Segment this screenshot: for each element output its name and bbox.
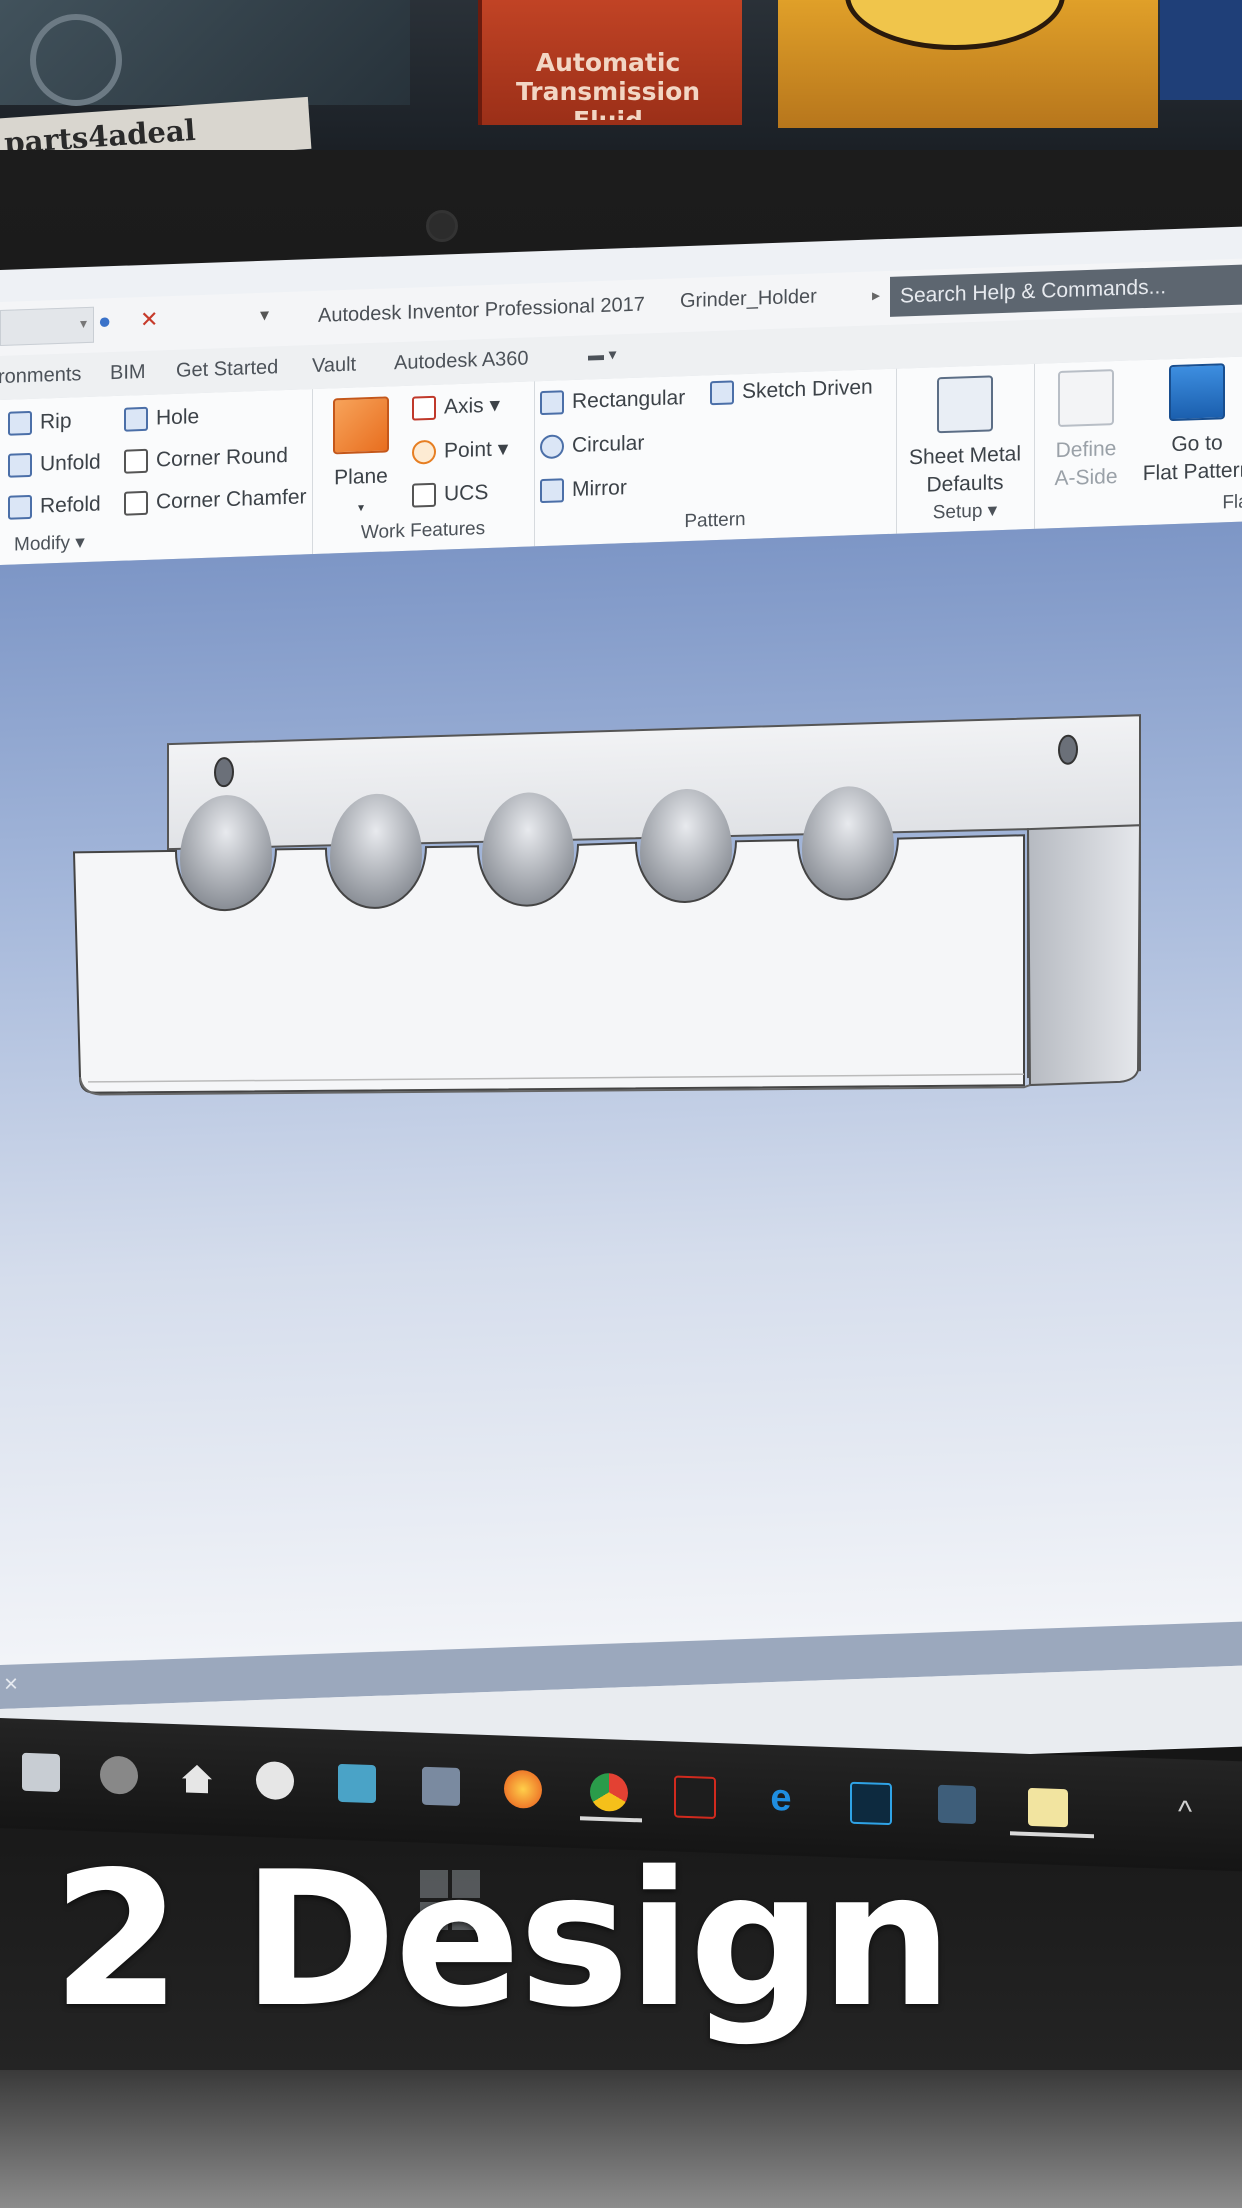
rip-icon (8, 410, 32, 436)
unfold-icon (8, 452, 32, 478)
define-a-side-button[interactable]: Define A-Side (1038, 368, 1134, 493)
hole-button[interactable]: Hole (124, 405, 199, 432)
ribbon-display-options-icon[interactable]: ▬ ▾ (588, 344, 616, 365)
background-ring (30, 14, 122, 106)
corner-chamfer-button[interactable]: Corner Chamfer (124, 485, 307, 516)
rectangular-pattern-icon (540, 390, 564, 416)
mounting-hole (214, 757, 234, 788)
sticky-notes-icon[interactable] (1028, 1787, 1068, 1828)
tab-vault[interactable]: Vault (312, 354, 356, 379)
background-shelf: Automatic Transmission Fluid parts4adeal (0, 0, 1242, 150)
mail-icon[interactable] (338, 1763, 376, 1804)
point-button[interactable]: Point ▾ (412, 436, 508, 465)
document-name: Grinder_Holder (680, 285, 817, 313)
background-blue-box (1160, 0, 1242, 100)
close-icon[interactable]: × (4, 1670, 18, 1698)
modify-panel: Rip Unfold Refold Hole Corner Round Corn… (0, 389, 313, 565)
inventor-window: ▾ ● ✕ ▾ Autodesk Inventor Professional 2… (0, 226, 1242, 1790)
flat-pattern-label: Flat (1222, 491, 1242, 514)
axis-icon (412, 395, 436, 421)
mirror-icon (540, 478, 564, 504)
photoshop-icon[interactable] (850, 1781, 892, 1826)
point-icon (412, 439, 436, 465)
sketch-driven-pattern-button[interactable]: Sketch Driven (710, 376, 873, 406)
search-help-input[interactable] (890, 264, 1242, 317)
mirror-button[interactable]: Mirror (540, 476, 627, 504)
acrobat-icon[interactable] (674, 1775, 716, 1820)
unfold-button[interactable]: Unfold (8, 450, 101, 478)
app-title: Autodesk Inventor Professional 2017 (318, 293, 645, 327)
kindle-icon[interactable] (938, 1784, 976, 1825)
rip-button[interactable]: Rip (8, 410, 72, 436)
pattern-label: Pattern (684, 508, 746, 533)
work-features-panel: Plane ▾ Axis ▾ Point ▾ UCS Work Features (312, 381, 535, 555)
clear-appearance-icon[interactable]: ✕ (140, 306, 158, 333)
define-a-side-icon (1058, 369, 1114, 428)
hole-icon (124, 406, 148, 432)
axis-button[interactable]: Axis ▾ (412, 393, 500, 421)
plane-button[interactable]: Plane ▾ (326, 396, 396, 522)
amazon-icon[interactable] (422, 1766, 460, 1807)
side-flange (1026, 824, 1142, 1087)
sticker-text: parts4adeal (3, 112, 197, 150)
rectangular-pattern-button[interactable]: Rectangular (540, 386, 685, 416)
can-label-line-2: Transmission (515, 77, 701, 106)
firefox-icon[interactable] (504, 1769, 542, 1809)
customize-quick-access-icon[interactable]: ▾ (260, 305, 269, 326)
go-to-flat-pattern-icon (1169, 363, 1225, 422)
quick-access-dropdown[interactable]: ▾ (0, 306, 94, 346)
ucs-button[interactable]: UCS (412, 481, 488, 508)
pattern-panel: Rectangular Circular Mirror Sketch Drive… (534, 368, 897, 547)
grinder-holder-model (72, 714, 1142, 1096)
tab-bim[interactable]: BIM (110, 361, 146, 385)
corner-round-icon (124, 448, 148, 474)
laptop-deck (0, 2070, 1242, 2208)
corner-chamfer-icon (124, 490, 148, 516)
chrome-active-indicator (580, 1816, 642, 1823)
setup-panel-label[interactable]: Setup ▾ (896, 498, 1034, 526)
refold-button[interactable]: Refold (8, 492, 101, 520)
plane-icon (333, 396, 389, 455)
can-label-line-1: Automatic (535, 48, 681, 77)
tab-get-started[interactable]: Get Started (176, 356, 278, 383)
can-label-line-3: Fluid (478, 106, 738, 120)
setup-panel: Sheet Metal Defaults Setup ▾ (896, 363, 1035, 534)
chevron-up-icon[interactable]: ^ (1178, 1795, 1192, 1829)
chevron-right-icon[interactable]: ▸ (872, 285, 880, 305)
sticky-notes-active-indicator (1010, 1831, 1094, 1839)
refold-icon (8, 494, 32, 520)
home-icon[interactable] (178, 1758, 216, 1797)
mounting-hole (1058, 734, 1078, 765)
tab-environments[interactable]: ronments (0, 363, 81, 389)
ucs-icon (412, 482, 436, 508)
store-icon[interactable] (22, 1752, 60, 1793)
transmission-fluid-label: Automatic Transmission Fluid (478, 48, 738, 120)
corner-round-button[interactable]: Corner Round (124, 444, 288, 474)
caption-text: 2 Design (52, 1831, 953, 2048)
modify-panel-label[interactable]: Modify ▾ (14, 523, 312, 556)
webcam-app-icon[interactable] (100, 1755, 138, 1795)
sketch-driven-pattern-icon (710, 380, 734, 406)
chrome-icon[interactable] (590, 1772, 628, 1812)
sheet-metal-defaults-button[interactable]: Sheet Metal Defaults (900, 374, 1030, 501)
circular-pattern-button[interactable]: Circular (540, 431, 644, 460)
sheet-metal-defaults-icon (937, 375, 993, 434)
tab-autodesk-a360[interactable]: Autodesk A360 (394, 348, 529, 376)
go-to-flat-pattern-button[interactable]: Go to Flat Pattern (1122, 362, 1242, 489)
edge-icon[interactable]: e (762, 1777, 800, 1820)
flat-pattern-panel: Define A-Side Go to Flat Pattern Flat (1034, 356, 1242, 529)
circular-pattern-icon (540, 434, 564, 460)
appearance-icon[interactable]: ● (98, 308, 111, 334)
webcam (426, 210, 458, 242)
hp-icon[interactable] (256, 1760, 294, 1801)
graphics-viewport[interactable] (0, 521, 1242, 1665)
